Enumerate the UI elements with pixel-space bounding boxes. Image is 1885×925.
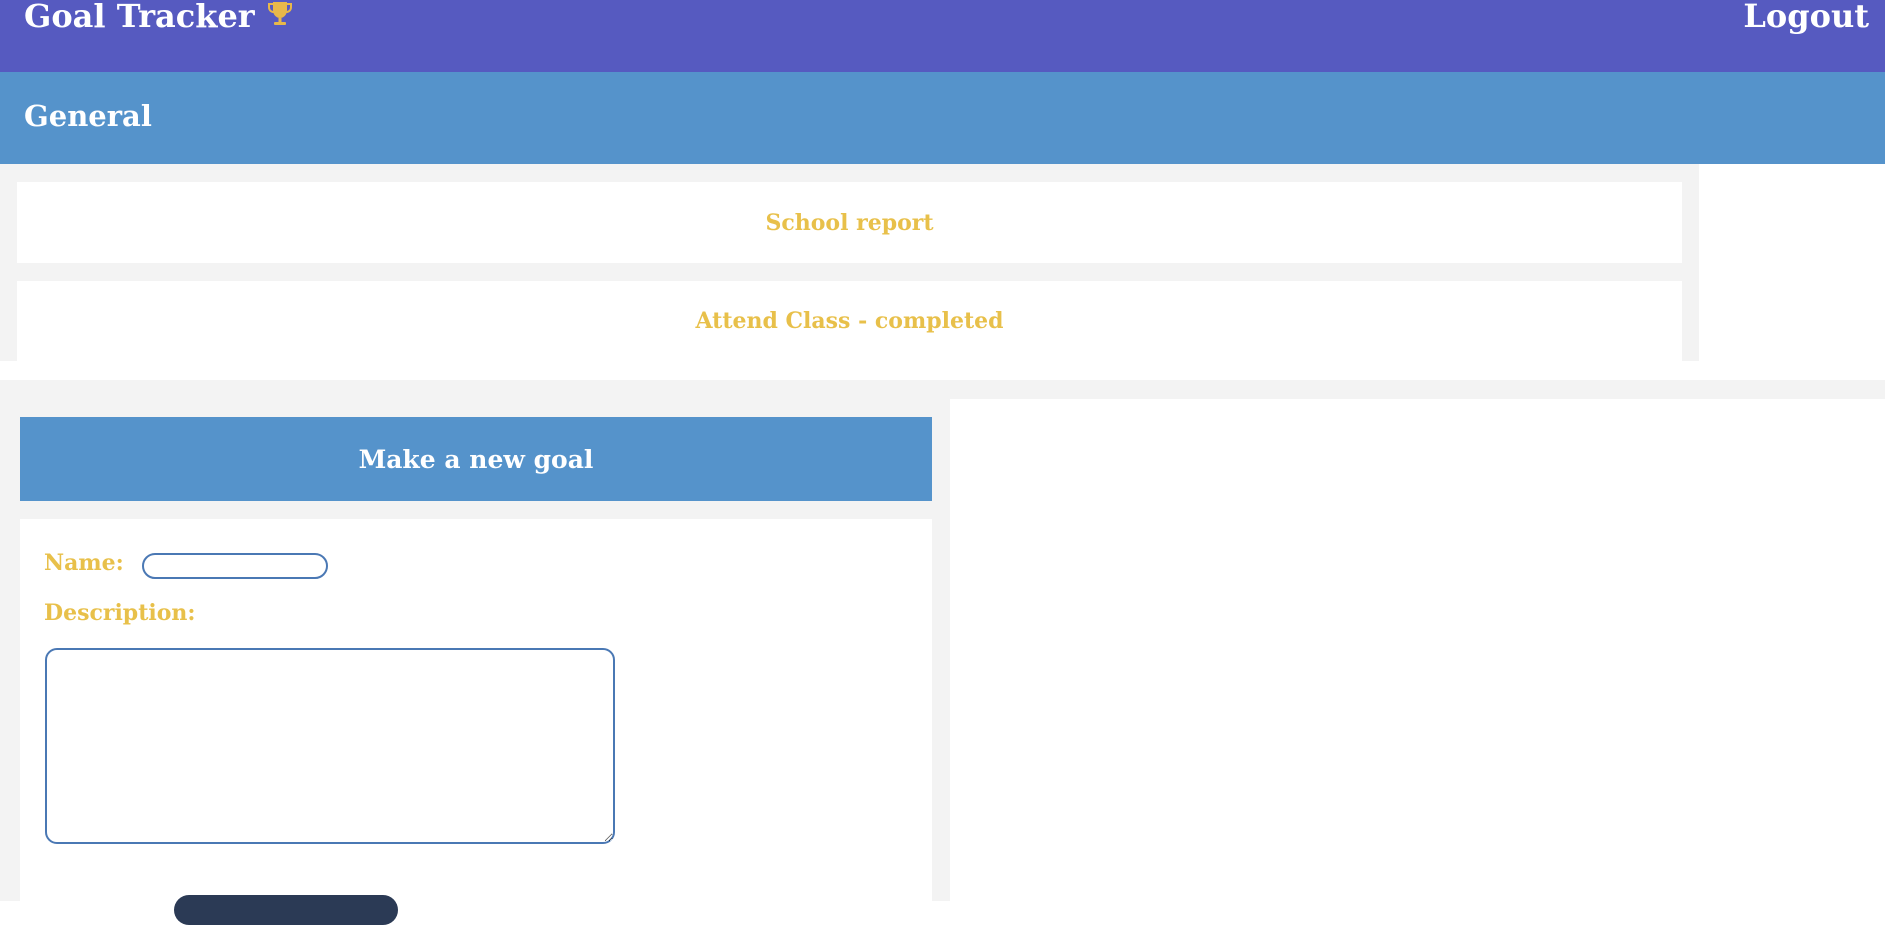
goal-card-school-report[interactable]: School report bbox=[17, 182, 1682, 263]
section-title: General bbox=[24, 99, 152, 133]
top-navbar: Goal Tracker Logout bbox=[0, 0, 1885, 72]
logout-button[interactable]: Logout bbox=[1743, 0, 1869, 34]
description-textarea[interactable] bbox=[45, 648, 615, 844]
goal-card-label: Attend Class - completed bbox=[695, 308, 1004, 334]
submit-goal-button[interactable] bbox=[174, 895, 398, 925]
goals-list: School report Attend Class - completed bbox=[0, 164, 1699, 361]
trophy-icon bbox=[267, 0, 293, 27]
description-label: Description: bbox=[44, 600, 196, 626]
goal-card-label: School report bbox=[765, 209, 934, 236]
app-title-text: Goal Tracker bbox=[24, 0, 255, 35]
app-title: Goal Tracker bbox=[24, 0, 293, 34]
name-input[interactable] bbox=[142, 553, 328, 579]
new-goal-form-title: Make a new goal bbox=[20, 417, 932, 501]
goal-card-attend-class[interactable]: Attend Class - completed bbox=[17, 281, 1682, 361]
new-goal-section: Make a new goal Name: Description: bbox=[0, 380, 1885, 925]
section-header: General bbox=[0, 72, 1885, 164]
right-content-area bbox=[950, 399, 1885, 901]
new-goal-form: Name: Description: bbox=[20, 519, 932, 925]
name-label: Name: bbox=[44, 550, 124, 576]
